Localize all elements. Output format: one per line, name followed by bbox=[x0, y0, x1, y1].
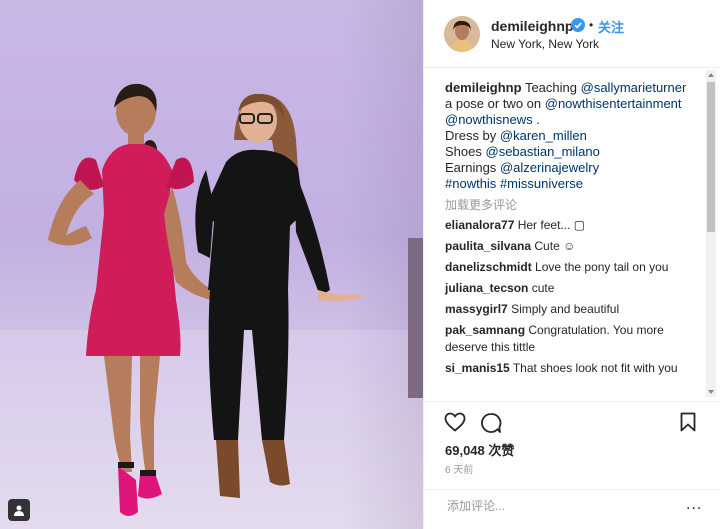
mention-link[interactable]: @karen_millen bbox=[500, 128, 587, 143]
caption-text: Teaching bbox=[524, 80, 577, 95]
post-photo[interactable] bbox=[0, 0, 423, 529]
caption-text: Dress by bbox=[445, 128, 497, 143]
comments-scrollbar[interactable] bbox=[706, 70, 716, 397]
likes-count[interactable]: 69,048 次赞 bbox=[445, 440, 514, 459]
post-actions: 69,048 次赞 6 天前 bbox=[424, 401, 720, 489]
heart-icon[interactable] bbox=[444, 412, 466, 432]
mention-link[interactable]: @nowthisentertainment bbox=[545, 96, 682, 111]
comment-username[interactable]: pak_samnang bbox=[445, 323, 525, 337]
caption-text: Shoes bbox=[445, 144, 482, 159]
follow-button[interactable]: 关注 bbox=[598, 17, 624, 36]
scroll-up-arrow-icon[interactable] bbox=[708, 73, 714, 77]
verified-badge-icon bbox=[571, 18, 585, 32]
comment-item: danelizschmidt Love the pony tail on you bbox=[445, 259, 703, 276]
comments-section[interactable]: demileighnp Teaching @sallymarieturner a… bbox=[424, 68, 720, 401]
mention-link[interactable]: @sebastian_milano bbox=[486, 144, 600, 159]
username-link[interactable]: demileighnp bbox=[491, 18, 573, 34]
comment-username[interactable]: massygirl7 bbox=[445, 302, 508, 316]
woman-in-red-dress bbox=[48, 83, 226, 516]
load-more-comments-button[interactable]: 加载更多评论 bbox=[445, 197, 703, 213]
mention-link[interactable]: @nowthisnews bbox=[445, 112, 533, 127]
comment-item: juliana_tecson cute bbox=[445, 280, 703, 297]
post-timestamp[interactable]: 6 天前 bbox=[445, 461, 473, 476]
avatar[interactable] bbox=[444, 16, 480, 52]
comment-text: Love the pony tail on you bbox=[535, 260, 669, 274]
post-caption: demileighnp Teaching @sallymarieturner a… bbox=[445, 80, 703, 192]
comment-username[interactable]: juliana_tecson bbox=[445, 281, 528, 295]
user-tag-icon[interactable] bbox=[8, 499, 30, 521]
comment-text: That shoes look not fit with you bbox=[512, 361, 678, 375]
comment-username[interactable]: danelizschmidt bbox=[445, 260, 532, 274]
comment-item: elianalora77 Her feet... ▢ bbox=[445, 217, 703, 234]
caption-text: Earnings bbox=[445, 160, 497, 175]
comment-item: pak_samnang Congratulation. You more des… bbox=[445, 322, 703, 356]
comment-text: cute bbox=[531, 281, 555, 295]
hashtag-link[interactable]: #missuniverse bbox=[500, 176, 583, 191]
bookmark-icon[interactable] bbox=[680, 412, 696, 432]
mention-link[interactable]: @alzerinajewelry bbox=[500, 160, 599, 175]
photo-illustration bbox=[48, 83, 362, 516]
comment-text: Simply and beautiful bbox=[511, 302, 620, 316]
comment-username[interactable]: si_manis15 bbox=[445, 361, 510, 375]
caption-text: . bbox=[536, 112, 540, 127]
comment-username[interactable]: elianalora77 bbox=[445, 218, 514, 232]
add-comment-bar: ... bbox=[424, 489, 720, 529]
add-comment-input[interactable] bbox=[445, 498, 669, 514]
post-header: demileighnp • 关注 New York, New York bbox=[424, 0, 720, 68]
scroll-down-arrow-icon[interactable] bbox=[708, 390, 714, 394]
comment-item: si_manis15 That shoes look not fit with … bbox=[445, 360, 703, 377]
hashtag-link[interactable]: #nowthis bbox=[445, 176, 496, 191]
comment-text: Cute ☺ bbox=[534, 239, 576, 253]
comment-text: Her feet... ▢ bbox=[517, 218, 586, 232]
comment-item: massygirl7 Simply and beautiful bbox=[445, 301, 703, 318]
caption-text: a pose or two on bbox=[445, 96, 542, 111]
comment-username[interactable]: paulita_silvana bbox=[445, 239, 531, 253]
mention-link[interactable]: @sallymarieturner bbox=[581, 80, 687, 95]
separator-dot: • bbox=[589, 18, 594, 32]
comment-icon[interactable] bbox=[480, 412, 502, 434]
post-side-panel: demileighnp • 关注 New York, New York demi… bbox=[423, 0, 720, 529]
comment-item: paulita_silvana Cute ☺ bbox=[445, 238, 703, 255]
caption-username[interactable]: demileighnp bbox=[445, 80, 522, 95]
scrollbar-thumb[interactable] bbox=[707, 82, 715, 232]
more-options-button[interactable]: ... bbox=[686, 497, 702, 513]
location-link[interactable]: New York, New York bbox=[491, 37, 599, 51]
woman-in-black-outfit bbox=[195, 93, 362, 498]
